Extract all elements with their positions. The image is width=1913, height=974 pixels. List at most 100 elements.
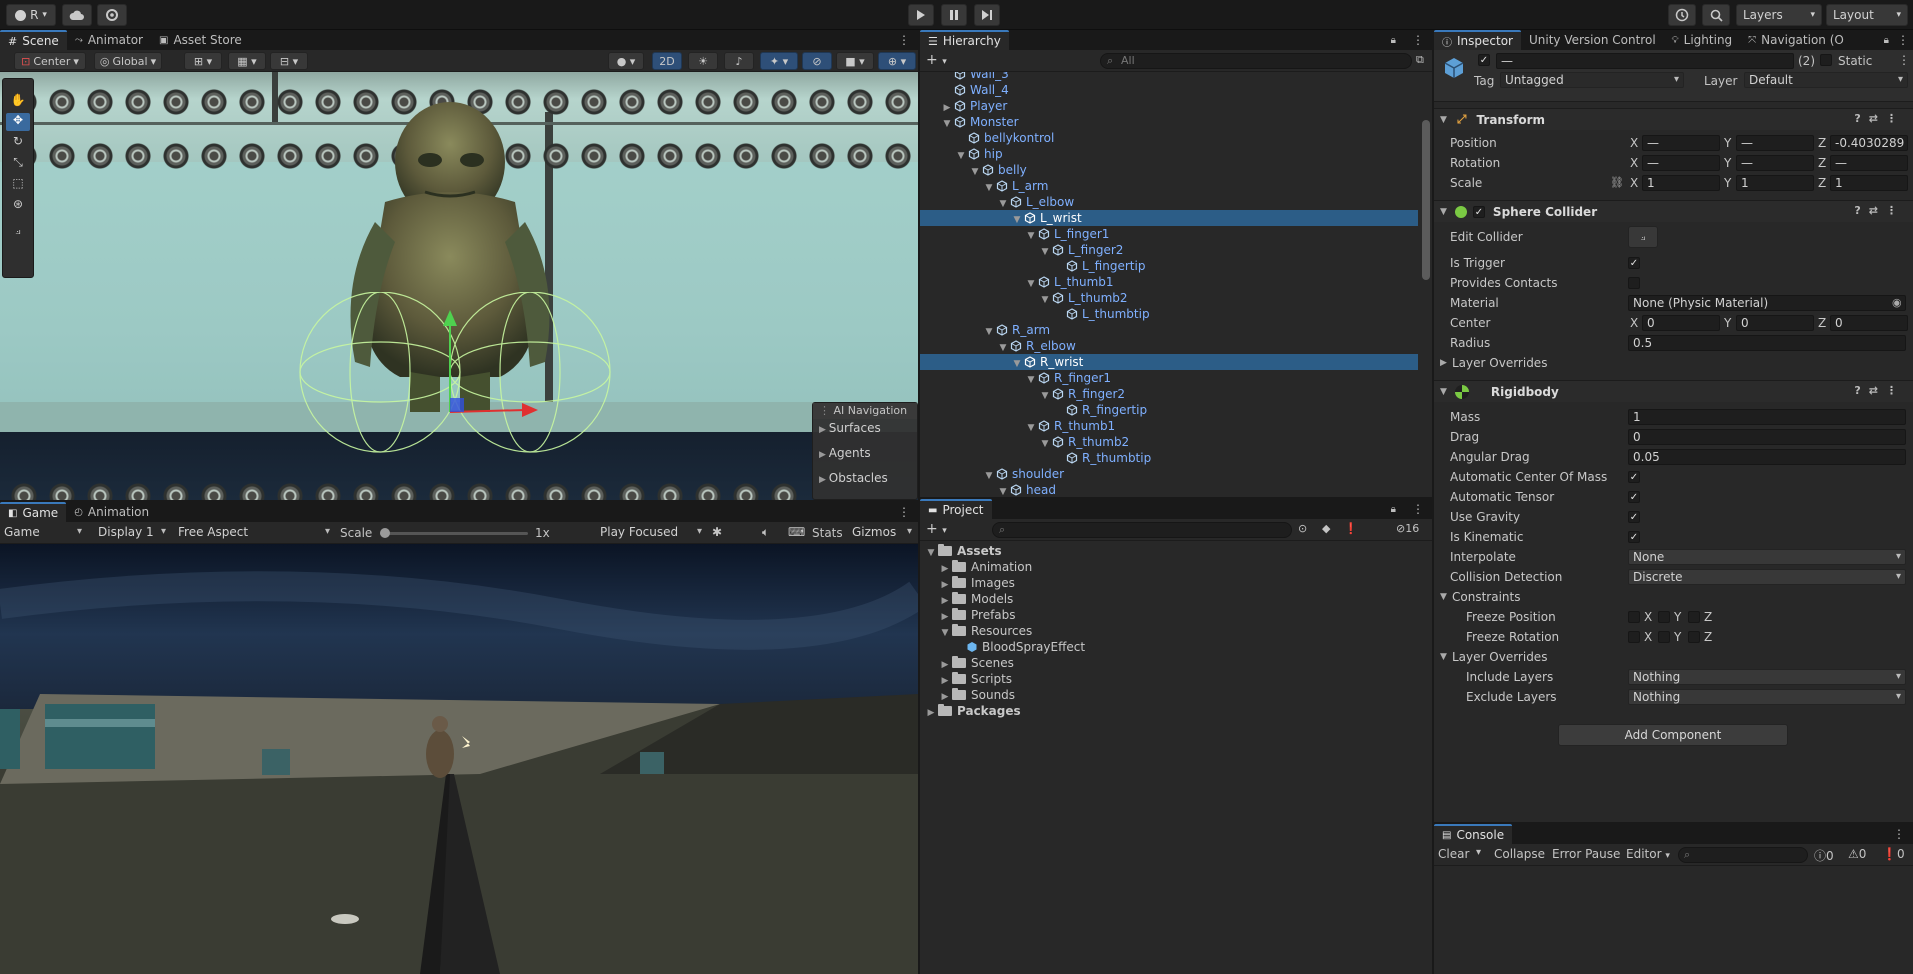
auto-tensor-checkbox[interactable]: ✓ bbox=[1628, 491, 1640, 503]
hierarchy-row[interactable]: ▼ L_finger1 bbox=[920, 226, 1418, 242]
project-row[interactable]: ▶ Scenes bbox=[920, 655, 1432, 671]
project-menu[interactable]: ⋮ bbox=[1404, 499, 1432, 519]
project-row[interactable]: ▼ Resources bbox=[920, 623, 1432, 639]
vector-component-field[interactable]: — bbox=[1736, 155, 1814, 171]
log-filter[interactable]: ⓘ0 bbox=[1814, 847, 1834, 864]
freeze-axis-checkbox[interactable] bbox=[1658, 611, 1670, 623]
tab-asset-store[interactable]: ▣ Asset Store bbox=[151, 30, 250, 50]
hierarchy-row[interactable]: ▼ L_thumb2 bbox=[920, 290, 1418, 306]
game-viewport[interactable] bbox=[0, 544, 918, 974]
vector-component-field[interactable]: 1 bbox=[1830, 175, 1908, 191]
sphere-collider-enabled-checkbox[interactable]: ✓ bbox=[1472, 205, 1485, 218]
history-button[interactable] bbox=[1668, 4, 1696, 26]
game-view-dropdown[interactable]: Game bbox=[0, 525, 86, 541]
game-panel-menu[interactable]: ⋮ bbox=[890, 502, 918, 522]
step-button[interactable] bbox=[974, 4, 1000, 26]
editor-dropdown[interactable]: Editor ▾ bbox=[1626, 847, 1670, 861]
hierarchy-row[interactable]: ▼ R_wrist bbox=[920, 354, 1418, 370]
scene-viewport[interactable]: ⋮ AI Navigation ▶ Surfaces ▶ Agents ▶ Ob… bbox=[0, 72, 918, 500]
play-mode-dropdown[interactable]: Play Focused bbox=[596, 525, 706, 541]
hierarchy-search-input[interactable]: ⌕ All bbox=[1100, 53, 1412, 69]
sphere-collider-header[interactable]: ▼ ✓ Sphere Collider ?⇄⋮ bbox=[1434, 200, 1913, 222]
stats-button[interactable]: Stats bbox=[812, 526, 843, 540]
freeze-axis-checkbox[interactable] bbox=[1628, 611, 1640, 623]
vector-component-field[interactable]: — bbox=[1830, 155, 1908, 171]
collapse-button[interactable]: Collapse bbox=[1494, 847, 1545, 861]
tab-version-control[interactable]: Unity Version Control bbox=[1521, 30, 1664, 50]
hierarchy-row[interactable]: ▼ L_thumb1 bbox=[920, 274, 1418, 290]
hierarchy-row[interactable]: ▼ L_finger2 bbox=[920, 242, 1418, 258]
hierarchy-lock[interactable]: 🔒︎ bbox=[1383, 30, 1404, 50]
chevron-down-icon[interactable]: ▼ bbox=[1440, 652, 1447, 662]
create-button[interactable]: + ▾ bbox=[926, 52, 947, 68]
transform-tool[interactable]: ⊛ bbox=[6, 197, 30, 215]
move-tool[interactable]: ✥ bbox=[6, 113, 30, 131]
gizmos-toggle[interactable]: ⊕ ▾ bbox=[878, 52, 916, 70]
tab-lighting[interactable]: 💡︎ Lighting bbox=[1664, 30, 1741, 50]
project-row[interactable]: ▶ Scripts bbox=[920, 671, 1432, 687]
mass-field[interactable]: 1 bbox=[1628, 409, 1906, 425]
project-row[interactable]: ▶ Images bbox=[920, 575, 1432, 591]
create-asset-button[interactable]: + ▾ bbox=[926, 521, 947, 537]
vector-component-field[interactable]: 0 bbox=[1736, 315, 1814, 331]
vector-component-field[interactable]: 1 bbox=[1642, 175, 1720, 191]
hidden-toggle[interactable]: ⊘ bbox=[802, 52, 832, 70]
console-search-input[interactable]: ⌕ bbox=[1678, 847, 1808, 863]
effects-toggle[interactable]: ✦ ▾ bbox=[760, 52, 798, 70]
move-gizmo[interactable] bbox=[430, 302, 550, 442]
project-lock[interactable]: 🔒︎ bbox=[1383, 499, 1404, 519]
play-button[interactable] bbox=[908, 4, 934, 26]
display-dropdown[interactable]: Display 1 bbox=[94, 525, 170, 541]
material-field[interactable]: None (Physic Material) bbox=[1628, 295, 1906, 311]
static-checkbox[interactable] bbox=[1820, 54, 1832, 66]
use-gravity-checkbox[interactable]: ✓ bbox=[1628, 511, 1640, 523]
hierarchy-row[interactable]: L_fingertip bbox=[920, 258, 1418, 274]
2d-toggle[interactable]: 2D bbox=[652, 52, 682, 70]
project-search-input[interactable]: ⌕ bbox=[992, 522, 1292, 538]
collision-detection-dropdown[interactable]: Discrete bbox=[1628, 569, 1906, 585]
tab-animator[interactable]: ⤳ Animator bbox=[67, 30, 151, 50]
hierarchy-row[interactable]: ▼ R_elbow bbox=[920, 338, 1418, 354]
hierarchy-row[interactable]: ▼ R_thumb2 bbox=[920, 434, 1418, 450]
hierarchy-row[interactable]: ▼ R_arm bbox=[920, 322, 1418, 338]
scale-slider[interactable] bbox=[380, 528, 528, 538]
hierarchy-row[interactable]: R_thumbtip bbox=[920, 450, 1418, 466]
object-picker-icon[interactable]: ◉ bbox=[1892, 296, 1902, 309]
hierarchy-row[interactable]: ▼ Monster bbox=[920, 114, 1418, 130]
rect-tool[interactable]: ⬚ bbox=[6, 176, 30, 194]
angular-drag-field[interactable]: 0.05 bbox=[1628, 449, 1906, 465]
search-options-icon[interactable]: ⧉ bbox=[1416, 53, 1424, 67]
overlay-item-surfaces[interactable]: ▶ Surfaces bbox=[819, 421, 881, 435]
cloud-button[interactable] bbox=[62, 4, 92, 26]
pause-button[interactable] bbox=[941, 4, 967, 26]
warning-filter[interactable]: ⚠0 bbox=[1848, 847, 1866, 861]
is-kinematic-checkbox[interactable]: ✓ bbox=[1628, 531, 1640, 543]
component-header-icons[interactable]: ?⇄⋮ bbox=[1854, 204, 1905, 217]
project-row[interactable]: ▶ Animation bbox=[920, 559, 1432, 575]
hierarchy-row[interactable]: ▶ Player bbox=[920, 98, 1418, 114]
hierarchy-menu[interactable]: ⋮ bbox=[1404, 30, 1432, 50]
lighting-toggle[interactable]: ☀ bbox=[688, 52, 718, 70]
hierarchy-row[interactable]: ▼ R_finger1 bbox=[920, 370, 1418, 386]
project-row[interactable]: BloodSprayEffect bbox=[920, 639, 1432, 655]
console-menu[interactable]: ⋮ bbox=[1885, 824, 1913, 844]
project-row[interactable]: ▶ Prefabs bbox=[920, 607, 1432, 623]
scene-panel-menu[interactable]: ⋮ bbox=[890, 30, 918, 50]
gizmos-dropdown[interactable]: Gizmos bbox=[848, 525, 916, 541]
chevron-right-icon[interactable]: ▶ bbox=[1440, 358, 1447, 368]
pivot-dropdown[interactable]: ⊡ Center ▾ bbox=[14, 52, 86, 70]
chevron-down-icon[interactable]: ▼ bbox=[1440, 592, 1447, 602]
hierarchy-row[interactable]: Wall_4 bbox=[920, 82, 1418, 98]
layer-dropdown[interactable]: Default bbox=[1744, 72, 1908, 88]
hierarchy-row[interactable]: bellykontrol bbox=[920, 130, 1418, 146]
tab-inspector[interactable]: ⓘ Inspector bbox=[1434, 30, 1521, 50]
error-filter[interactable]: ❗0 bbox=[1882, 847, 1905, 861]
search-by-type-icon[interactable]: ⊙ bbox=[1298, 522, 1307, 535]
hierarchy-row[interactable]: R_fingertip bbox=[920, 402, 1418, 418]
hierarchy-row[interactable]: ▼ L_wrist bbox=[920, 210, 1418, 226]
tab-project[interactable]: ▬ Project bbox=[920, 499, 992, 519]
account-button[interactable]: R ▾ bbox=[6, 4, 56, 26]
tab-animation[interactable]: ◴ Animation bbox=[66, 502, 157, 522]
hierarchy-row[interactable]: ▼ R_thumb1 bbox=[920, 418, 1418, 434]
object-active-checkbox[interactable]: ✓ bbox=[1478, 54, 1490, 66]
